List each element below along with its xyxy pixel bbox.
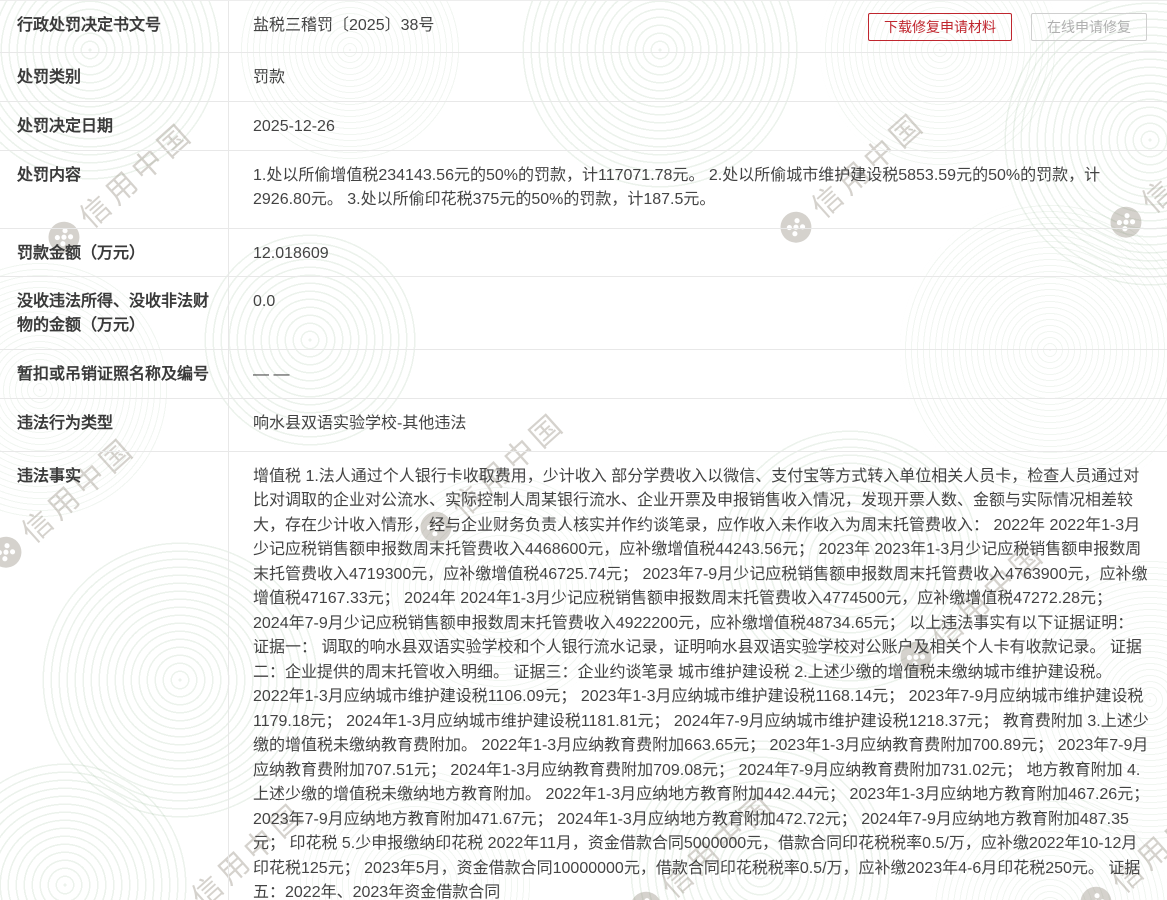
row-value: 0.0 bbox=[253, 293, 276, 310]
table-row-confiscation-amount: 没收违法所得、没收非法财物的金额（万元） 0.0 bbox=[0, 277, 1167, 350]
action-button-group: 下载修复申请材料 在线申请修复 bbox=[868, 12, 1147, 41]
table-row-fine-amount: 罚款金额（万元） 12.018609 bbox=[0, 228, 1167, 277]
row-value: 罚款 bbox=[253, 69, 286, 86]
row-label: 处罚决定日期 bbox=[0, 101, 229, 150]
row-label: 处罚内容 bbox=[0, 150, 229, 228]
table-row-penalty-category: 处罚类别 罚款 bbox=[0, 53, 1167, 102]
row-value-container: 盐税三稽罚〔2025〕38号 下载修复申请材料 在线申请修复 bbox=[229, 1, 1167, 52]
row-value: 响水县双语实验学校-其他违法 bbox=[253, 414, 467, 432]
row-label: 违法事实 bbox=[0, 451, 229, 900]
row-value: 12.018609 bbox=[253, 244, 329, 262]
table-row-penalty-content: 处罚内容 1.处以所偷增值税234143.56元的50%的罚款，计117071.… bbox=[0, 150, 1167, 229]
table-row-doc-number: 行政处罚决定书文号 盐税三稽罚〔2025〕38号 下载修复申请材料 在线申请修复 bbox=[0, 1, 1167, 53]
table-row-decision-date: 处罚决定日期 2025-12-26 bbox=[0, 101, 1167, 151]
row-value: 1.处以所偷增值税234143.56元的50%的罚款，计117071.78元。 … bbox=[253, 166, 1101, 209]
online-repair-apply-button[interactable]: 在线申请修复 bbox=[1031, 12, 1147, 41]
row-label: 处罚类别 bbox=[0, 53, 229, 101]
row-label: 罚款金额（万元） bbox=[0, 228, 229, 276]
doc-number-value: 盐税三稽罚〔2025〕38号 bbox=[253, 17, 435, 35]
row-label: 没收违法所得、没收非法财物的金额（万元） bbox=[0, 277, 229, 349]
row-value: — — bbox=[253, 366, 290, 383]
table-row-violation-facts: 违法事实 增值税 1.法人通过个人银行卡收取费用，少计收入 部分学费收入以微信、… bbox=[0, 451, 1167, 900]
table-row-license-suspension: 暂扣或吊销证照名称及编号 — — bbox=[0, 350, 1167, 399]
row-label: 违法行为类型 bbox=[0, 398, 229, 451]
row-label: 行政处罚决定书文号 bbox=[0, 1, 229, 52]
download-repair-materials-button[interactable]: 下载修复申请材料 bbox=[868, 12, 1012, 41]
row-label: 暂扣或吊销证照名称及编号 bbox=[0, 350, 229, 398]
row-value: 2025-12-26 bbox=[253, 117, 335, 135]
penalty-record-table: 行政处罚决定书文号 盐税三稽罚〔2025〕38号 下载修复申请材料 在线申请修复… bbox=[0, 0, 1167, 900]
table-row-violation-type: 违法行为类型 响水县双语实验学校-其他违法 bbox=[0, 398, 1167, 452]
row-value: 增值税 1.法人通过个人银行卡收取费用，少计收入 部分学费收入以微信、支付宝等方… bbox=[253, 467, 1150, 900]
